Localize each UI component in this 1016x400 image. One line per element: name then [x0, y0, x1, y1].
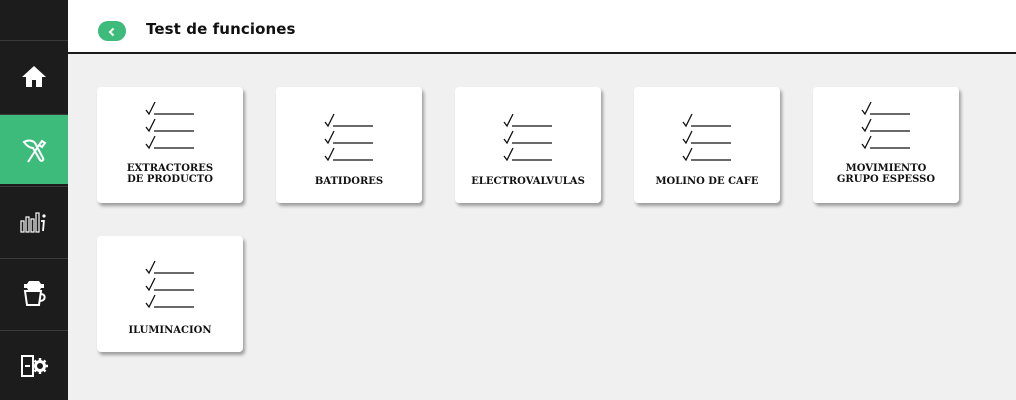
page-title: Test de funciones — [146, 20, 296, 38]
tile-label: MOLINO DE CAFE — [655, 176, 759, 187]
checklist-icon — [860, 101, 912, 157]
checklist-icon — [144, 260, 196, 316]
tile-molino-de-cafe[interactable]: MOLINO DE CAFE — [634, 87, 780, 203]
sidebar-item-home[interactable] — [0, 40, 68, 110]
sidebar-item-tools[interactable] — [0, 114, 68, 184]
cup-settings-icon — [20, 280, 48, 308]
header-bar: Test de funciones — [68, 0, 1016, 54]
tile-movimiento-grupo-espesso[interactable]: MOVIMIENTO GRUPO ESPESSO — [813, 87, 959, 203]
tools-icon — [20, 136, 48, 164]
tile-electrovalvulas[interactable]: ELECTROVALVULAS — [455, 87, 601, 203]
tile-label: EXTRACTORES DE PRODUCTO — [126, 163, 214, 185]
statistics-info-icon — [20, 211, 48, 233]
checklist-icon — [144, 101, 196, 157]
chevron-left-icon — [107, 22, 117, 41]
sidebar-item-machine-settings[interactable] — [0, 330, 68, 400]
checklist-icon — [323, 113, 375, 169]
back-button[interactable] — [98, 21, 126, 41]
tile-iluminacion[interactable]: ILUMINACION — [97, 236, 243, 352]
tile-label: MOVIMIENTO GRUPO ESPESSO — [836, 163, 936, 185]
home-icon — [21, 64, 47, 88]
tile-label: BATIDORES — [314, 176, 384, 187]
tile-label: ILUMINACION — [128, 325, 212, 336]
tile-label: ELECTROVALVULAS — [471, 176, 585, 187]
machine-gear-icon — [20, 353, 48, 379]
tile-extractores-de-producto[interactable]: EXTRACTORES DE PRODUCTO — [97, 87, 243, 203]
tile-batidores[interactable]: BATIDORES — [276, 87, 422, 203]
sidebar — [0, 0, 68, 400]
checklist-icon — [681, 113, 733, 169]
checklist-icon — [502, 113, 554, 169]
sidebar-item-cup-settings[interactable] — [0, 258, 68, 328]
sidebar-item-statistics[interactable] — [0, 186, 68, 256]
